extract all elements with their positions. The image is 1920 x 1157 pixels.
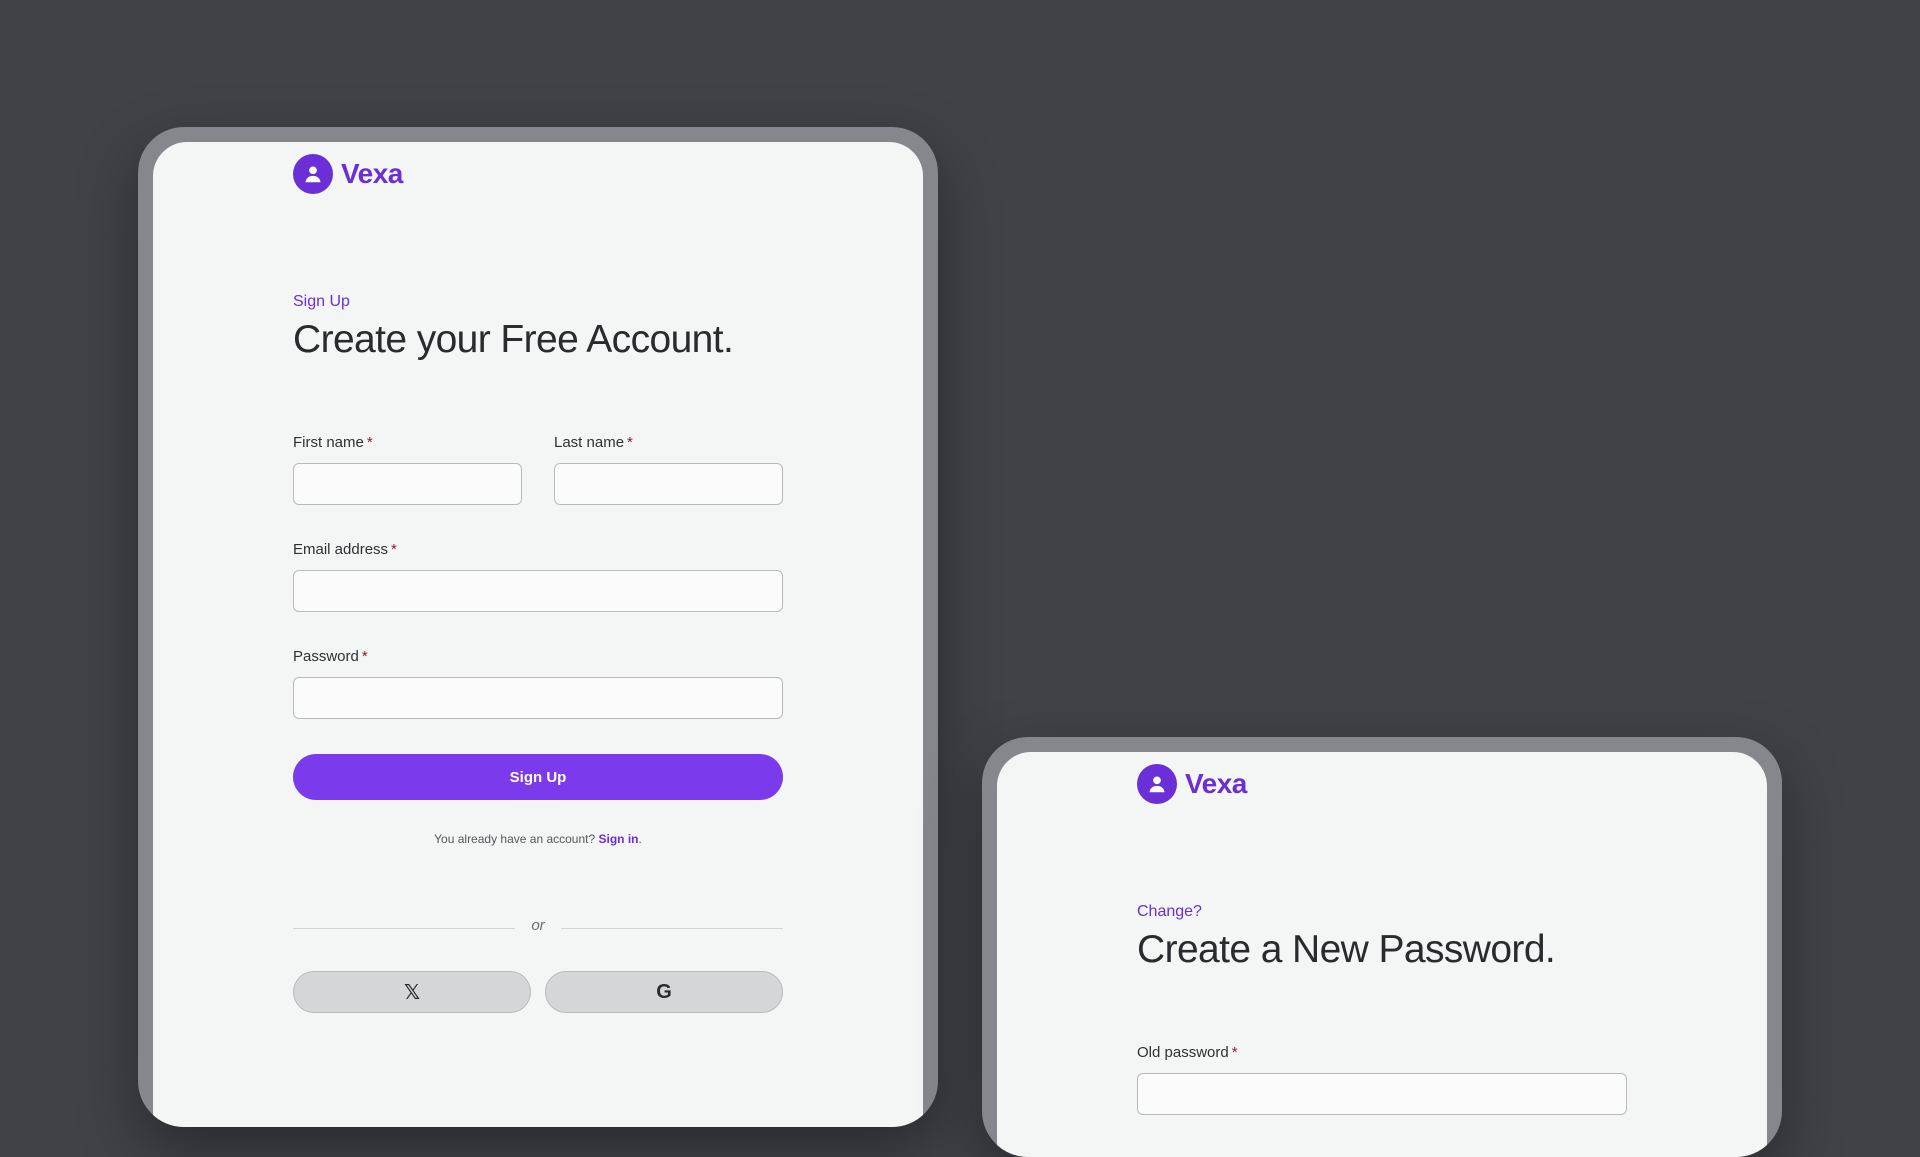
brand-name: Vexa [341, 158, 403, 189]
signin-prompt: You already have an account? Sign in. [293, 832, 783, 846]
divider-left [293, 928, 515, 929]
signin-prompt-text: You already have an account? [434, 832, 596, 846]
password-label-text: Password [293, 648, 359, 665]
sign-up-button[interactable]: Sign Up [293, 754, 783, 800]
brand[interactable]: Vexa [293, 154, 403, 194]
divider-right [561, 928, 783, 929]
first-name-field[interactable] [293, 463, 522, 505]
sign-in-link[interactable]: Sign in [599, 832, 639, 846]
old-password-label-text: Old password [1137, 1044, 1229, 1061]
signup-device: Vexa Sign Up Create your Free Account. F… [138, 127, 938, 1127]
required-mark: * [1231, 1044, 1238, 1061]
old-password-field[interactable] [1137, 1073, 1627, 1115]
last-name-label-text: Last name [554, 434, 625, 451]
x-icon: 𝕏 [403, 981, 421, 1004]
email-label-text: Email address [293, 541, 389, 558]
password-device: Vexa Change? Create a New Password. Old … [982, 737, 1782, 1157]
last-name-label: Last name * [554, 434, 633, 451]
page-title: Create a New Password. [1137, 928, 1556, 971]
required-mark: * [627, 434, 633, 451]
user-icon [1137, 764, 1177, 804]
old-password-label: Old password * [1137, 1044, 1238, 1061]
last-name-field[interactable] [554, 463, 783, 505]
signup-screen: Vexa Sign Up Create your Free Account. F… [153, 142, 923, 1127]
brand-name: Vexa [1185, 768, 1247, 799]
section-eyebrow: Sign Up [293, 293, 350, 310]
signin-suffix: . [638, 832, 642, 846]
first-name-label: First name * [293, 434, 373, 451]
google-icon: G [656, 980, 672, 1003]
google-login-button[interactable]: G [545, 971, 783, 1013]
user-icon [293, 154, 333, 194]
password-screen: Vexa Change? Create a New Password. Old … [997, 752, 1767, 1157]
page-title: Create your Free Account. [293, 318, 734, 361]
required-mark: * [366, 434, 373, 451]
required-mark: * [391, 541, 397, 558]
divider-text: or [531, 917, 545, 934]
password-field[interactable] [293, 677, 783, 719]
section-eyebrow: Change? [1137, 903, 1202, 920]
first-name-label-text: First name [293, 434, 364, 451]
brand[interactable]: Vexa [1137, 764, 1247, 804]
email-label: Email address * [293, 541, 397, 558]
email-field[interactable] [293, 570, 783, 612]
x-login-button[interactable]: 𝕏 [293, 971, 531, 1013]
password-label: Password * [293, 648, 368, 665]
required-mark: * [361, 648, 368, 665]
